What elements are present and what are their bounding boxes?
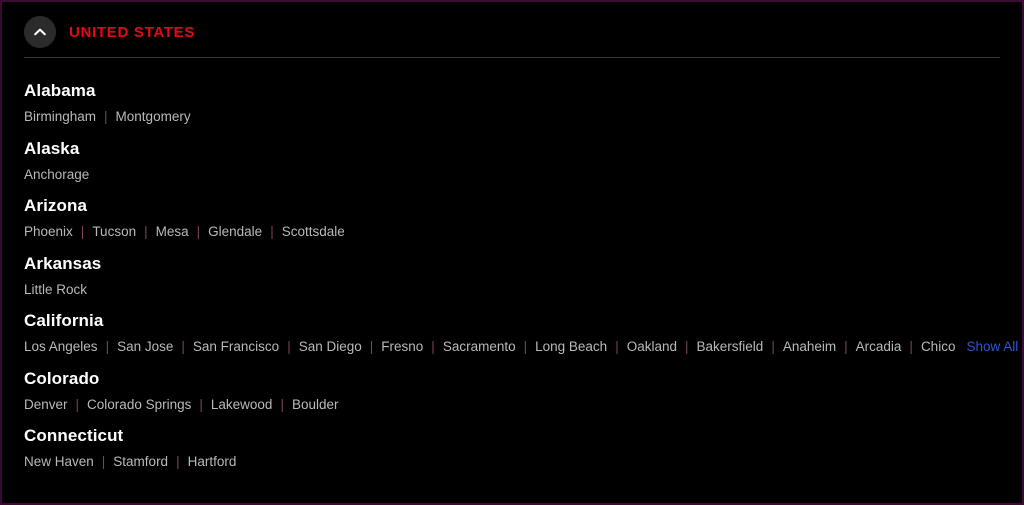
city-link[interactable]: Glendale bbox=[208, 225, 262, 239]
city-separator: | bbox=[104, 109, 108, 124]
city-link[interactable]: Anchorage bbox=[24, 167, 89, 182]
city-row: Denver | Colorado Springs | Lakewood | Boulder bbox=[24, 387, 1002, 412]
city-link[interactable]: Tucson bbox=[92, 225, 136, 239]
city-link[interactable]: San Jose bbox=[117, 340, 173, 354]
city-separator: | bbox=[615, 339, 619, 354]
city-separator: | bbox=[909, 339, 913, 354]
city-link[interactable]: Boulder bbox=[292, 397, 339, 412]
city-link[interactable]: Hartford bbox=[188, 455, 237, 469]
city-directory-panel: UNITED STATES Alabama Birmingham | Montgome… bbox=[0, 0, 1024, 505]
city-separator: | bbox=[181, 339, 185, 354]
city-row: Phoenix | Tucson | Mesa | Glendale | Scottsdale bbox=[24, 214, 1002, 239]
city-separator: | bbox=[270, 224, 274, 239]
city-link[interactable]: Stamford bbox=[113, 455, 168, 469]
city-separator: | bbox=[199, 396, 203, 412]
state-block: Colorado Denver | Colorado Springs | Lakewood… bbox=[24, 354, 1002, 412]
city-link[interactable]: Arcadia bbox=[856, 340, 902, 354]
page-title: UNITED STATES bbox=[69, 23, 196, 41]
city-link[interactable]: Scottsdale bbox=[282, 225, 345, 239]
city-link[interactable]: San Francisco bbox=[193, 340, 279, 354]
city-link[interactable]: Los Angeles bbox=[24, 340, 98, 354]
city-link[interactable]: Chico bbox=[921, 340, 956, 354]
city-separator: | bbox=[196, 224, 201, 239]
city-separator: | bbox=[685, 339, 689, 354]
state-block: Alaska Anchorage bbox=[24, 124, 1002, 182]
city-separator: | bbox=[844, 339, 848, 354]
state-name: Arizona bbox=[24, 196, 88, 215]
city-row: New Haven | Stamford | Hartford bbox=[24, 444, 1002, 469]
city-separator: | bbox=[105, 339, 110, 354]
city-separator: | bbox=[144, 224, 148, 239]
city-link[interactable]: New Haven bbox=[24, 455, 94, 469]
state-name: Alabama bbox=[24, 81, 96, 100]
city-link[interactable]: Fresno bbox=[381, 340, 423, 354]
city-separator: | bbox=[369, 339, 374, 354]
city-link[interactable]: Phoenix bbox=[24, 225, 73, 239]
show-all-link[interactable]: Show All bbox=[966, 340, 1018, 354]
city-link[interactable]: Long Beach bbox=[535, 340, 607, 354]
state-name: Connecticut bbox=[24, 426, 124, 445]
city-link[interactable]: Little Rock bbox=[24, 282, 87, 297]
region-header: UNITED STATES bbox=[24, 2, 1002, 50]
city-row: Birmingham | Montgomery bbox=[24, 99, 1002, 124]
city-row: Los Angeles | San Jose | San Francisco | San D… bbox=[24, 329, 1018, 354]
city-separator: | bbox=[287, 339, 291, 354]
city-row: Little Rock bbox=[24, 272, 1002, 297]
state-name: California bbox=[24, 311, 104, 330]
city-link[interactable]: Anaheim bbox=[783, 340, 836, 354]
city-link[interactable]: Birmingham bbox=[24, 110, 96, 124]
city-link[interactable]: San Diego bbox=[299, 340, 362, 354]
state-block: Alabama Birmingham | Montgomery bbox=[24, 66, 1002, 124]
city-separator: | bbox=[176, 454, 180, 469]
city-link[interactable]: Bakersfield bbox=[697, 340, 764, 354]
chevron-up-icon[interactable] bbox=[24, 16, 56, 48]
city-separator: | bbox=[280, 396, 284, 412]
city-link[interactable]: Lakewood bbox=[211, 397, 273, 412]
city-separator: | bbox=[431, 339, 435, 354]
state-name: Colorado bbox=[24, 368, 100, 388]
state-name: Arkansas bbox=[24, 253, 102, 273]
city-separator: | bbox=[80, 224, 85, 239]
city-link[interactable]: Montgomery bbox=[116, 110, 191, 124]
city-separator: | bbox=[771, 339, 775, 354]
state-block: California Los Angeles | San Jose | San Franc… bbox=[24, 296, 1018, 354]
city-link[interactable]: Colorado Springs bbox=[87, 397, 191, 412]
city-link[interactable]: Mesa bbox=[156, 225, 189, 239]
city-row: Anchorage bbox=[24, 157, 1002, 182]
city-link[interactable]: Denver bbox=[24, 397, 68, 412]
state-name: Alaska bbox=[24, 138, 80, 158]
panel-content: UNITED STATES Alabama Birmingham | Montgome… bbox=[2, 2, 1022, 469]
state-block: Arkansas Little Rock bbox=[24, 239, 1002, 297]
state-block: Arizona Phoenix | Tucson | Mesa | Glendale | Scot… bbox=[24, 181, 1002, 239]
city-link[interactable]: Sacramento bbox=[443, 340, 516, 354]
city-link[interactable]: Oakland bbox=[627, 340, 677, 354]
city-separator: | bbox=[523, 339, 528, 354]
city-separator: | bbox=[101, 454, 106, 469]
state-block: Connecticut New Haven | Stamford | Hartford bbox=[24, 411, 1002, 469]
city-separator: | bbox=[75, 396, 80, 412]
state-list: Alabama Birmingham | Montgomery Alaska Anchor… bbox=[24, 58, 1018, 469]
